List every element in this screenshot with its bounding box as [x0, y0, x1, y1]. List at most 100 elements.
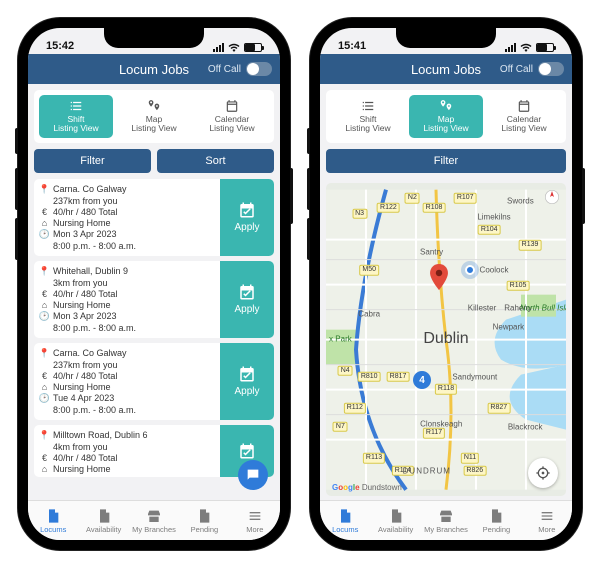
- job-time: 8:00 p.m. - 8:00 a.m.: [53, 323, 136, 333]
- cellular-icon: [505, 43, 516, 52]
- store-icon: [438, 508, 454, 524]
- job-distance: 4km from you: [53, 442, 108, 452]
- locate-button[interactable]: [528, 458, 558, 488]
- map-marker[interactable]: [429, 264, 449, 295]
- road-label: R826: [463, 466, 486, 476]
- job-card[interactable]: 📍Carna. Co Galway 237km from you €40/hr …: [34, 343, 274, 420]
- phone-map-view: 15:41 Locum Jobs Off Call Shift Listing …: [310, 18, 582, 550]
- screen-map: 15:41 Locum Jobs Off Call Shift Listing …: [320, 28, 572, 540]
- place-label: x Park: [329, 335, 352, 344]
- tab-map-listing[interactable]: Map Listing View: [117, 95, 191, 138]
- road-label: M50: [359, 265, 379, 275]
- clock-icon: 🕑: [40, 311, 49, 322]
- euro-icon: €: [40, 371, 49, 381]
- apply-label: Apply: [234, 386, 259, 397]
- document-icon: [388, 508, 404, 524]
- tab-locums[interactable]: Locums: [28, 501, 78, 540]
- tab-more[interactable]: More: [230, 501, 280, 540]
- phone-shift-view: 15:42 Locum Jobs Off Call Shift Listing …: [18, 18, 290, 550]
- job-card[interactable]: 📍Carna. Co Galway 237km from you €40/hr …: [34, 179, 274, 256]
- place-label: Sandymount: [452, 372, 497, 381]
- compass-icon[interactable]: [544, 189, 560, 205]
- tab-shift-listing[interactable]: Shift Listing View: [39, 95, 113, 138]
- calendar-icon: [223, 99, 241, 113]
- filter-button[interactable]: Filter: [326, 149, 566, 173]
- off-call-toggle[interactable]: [538, 62, 564, 76]
- road-label: R810: [358, 372, 381, 382]
- header-title: Locum Jobs: [411, 62, 481, 77]
- tab-locums-label: Locums: [332, 525, 358, 534]
- job-date: Mon 3 Apr 2023: [53, 229, 117, 239]
- job-time: 8:00 p.m. - 8:00 a.m.: [53, 241, 136, 251]
- tab-pending[interactable]: Pending: [471, 501, 521, 540]
- job-location: Whitehall, Dublin 9: [53, 266, 128, 276]
- road-label: N11: [461, 453, 479, 463]
- battery-icon: [244, 43, 262, 52]
- document-icon: [196, 508, 212, 524]
- place-label: Newpark: [493, 322, 525, 331]
- map[interactable]: M50 N2 N3 N4 N7 N11 R107 R108 R122 R104 …: [326, 183, 566, 496]
- off-call-control[interactable]: Off Call: [500, 62, 564, 76]
- bottom-tabbar: Locums Availability My Branches Pending …: [320, 500, 572, 540]
- wifi-icon: [520, 43, 532, 52]
- chat-icon: [245, 467, 261, 483]
- status-time: 15:41: [338, 40, 366, 52]
- home-icon: ⌂: [40, 382, 49, 392]
- view-tabs: Shift Listing View Map Listing View Cale…: [34, 90, 274, 143]
- sort-button[interactable]: Sort: [157, 149, 274, 173]
- menu-icon: [247, 508, 263, 524]
- off-call-control[interactable]: Off Call: [208, 62, 272, 76]
- tab-pending-label: Pending: [483, 525, 511, 534]
- apply-label: Apply: [234, 222, 259, 233]
- home-icon: ⌂: [40, 218, 49, 228]
- tab-more-label: More: [538, 525, 555, 534]
- tab-locums-label: Locums: [40, 525, 66, 534]
- pin-icon: 📍: [40, 266, 49, 277]
- tab-more[interactable]: More: [522, 501, 572, 540]
- calendar-check-icon: [238, 283, 256, 301]
- map-pins-icon: [145, 99, 163, 113]
- job-facility: Nursing Home: [53, 464, 111, 474]
- filter-button[interactable]: Filter: [34, 149, 151, 173]
- job-card[interactable]: 📍Whitehall, Dublin 9 3km from you €40/hr…: [34, 261, 274, 338]
- road-label: N3: [352, 209, 367, 219]
- document-icon: [488, 508, 504, 524]
- tab-branches[interactable]: My Branches: [421, 501, 471, 540]
- place-label: DUNDRUM: [403, 466, 451, 475]
- tab-pending[interactable]: Pending: [179, 501, 229, 540]
- tab-shift-listing[interactable]: Shift Listing View: [331, 95, 405, 138]
- apply-button[interactable]: Apply: [220, 261, 274, 338]
- tab-branches-label: My Branches: [132, 525, 176, 534]
- app-header: Locum Jobs Off Call: [28, 54, 280, 84]
- tab-locums[interactable]: Locums: [320, 501, 370, 540]
- job-pay: 40/hr / 480 Total: [53, 289, 117, 299]
- job-list[interactable]: 📍Carna. Co Galway 237km from you €40/hr …: [34, 179, 274, 500]
- tab-availability[interactable]: Availability: [370, 501, 420, 540]
- job-location: Milltown Road, Dublin 6: [53, 430, 148, 440]
- wifi-icon: [228, 43, 240, 52]
- tab-calendar-listing[interactable]: Calendar Listing View: [195, 95, 269, 138]
- tab-shift-label: Shift Listing View: [345, 115, 390, 134]
- place-label: Cabra: [358, 310, 380, 319]
- tab-map-listing[interactable]: Map Listing View: [409, 95, 483, 138]
- screen-shift: 15:42 Locum Jobs Off Call Shift Listing …: [28, 28, 280, 540]
- job-location: Carna. Co Galway: [53, 348, 127, 358]
- list-icon: [359, 99, 377, 113]
- place-label: Limekilns: [477, 213, 510, 222]
- chat-fab[interactable]: [238, 460, 268, 490]
- store-icon: [146, 508, 162, 524]
- map-cluster[interactable]: 4: [413, 371, 431, 389]
- crosshair-icon: [535, 465, 551, 481]
- document-icon: [45, 508, 61, 524]
- apply-button[interactable]: Apply: [220, 179, 274, 256]
- status-time: 15:42: [46, 40, 74, 52]
- road-label: R117: [423, 428, 445, 438]
- document-icon: [96, 508, 112, 524]
- tab-availability[interactable]: Availability: [78, 501, 128, 540]
- map-credit: Google Dundstown: [332, 483, 402, 492]
- job-facility: Nursing Home: [53, 382, 111, 392]
- apply-button[interactable]: Apply: [220, 343, 274, 420]
- tab-calendar-listing[interactable]: Calendar Listing View: [487, 95, 561, 138]
- tab-branches[interactable]: My Branches: [129, 501, 179, 540]
- off-call-toggle[interactable]: [246, 62, 272, 76]
